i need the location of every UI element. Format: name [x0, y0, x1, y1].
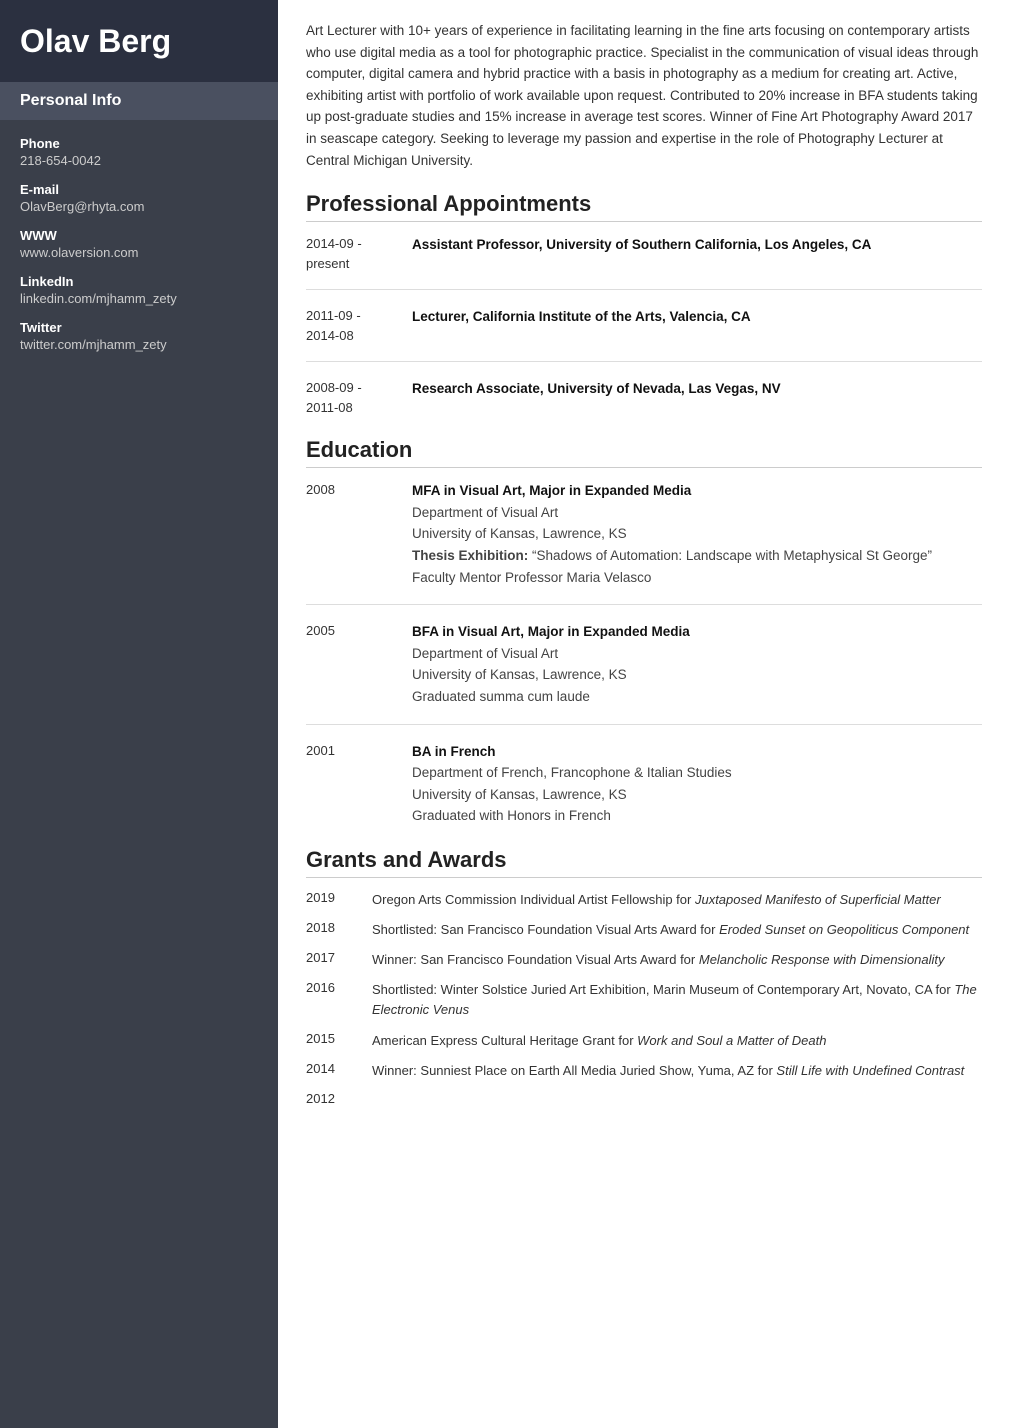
education-content: BA in French Department of French, Franc… — [412, 741, 982, 827]
personal-info-content: Phone 218-654-0042 E-mail OlavBerg@rhyta.co… — [0, 124, 278, 378]
education-line: Graduated summa cum laude — [412, 686, 982, 708]
grant-text: Winner: Sunniest Place on Earth All Medi… — [372, 1063, 776, 1078]
field-value: OlavBerg@rhyta.com — [20, 199, 258, 214]
grant-year: 2019 — [306, 890, 356, 910]
education-year: 2008 — [306, 480, 396, 588]
education-section: Education 2008 MFA in Visual Art, Major … — [306, 437, 982, 827]
education-content: MFA in Visual Art, Major in Expanded Med… — [412, 480, 982, 588]
grant-content: Winner: San Francisco Foundation Visual … — [372, 950, 982, 970]
education-title: Education — [306, 437, 982, 468]
appointment-entry: 2008-09 - 2011-08 Research Associate, Un… — [306, 378, 982, 417]
field-value: 218-654-0042 — [20, 153, 258, 168]
grants-title: Grants and Awards — [306, 847, 982, 878]
appointments-section: Professional Appointments 2014-09 - pres… — [306, 191, 982, 417]
grant-text: Winner: San Francisco Foundation Visual … — [372, 952, 699, 967]
education-line: Thesis Exhibition: “Shadows of Automatio… — [412, 545, 982, 567]
grant-year: 2018 — [306, 920, 356, 940]
appointment-entry: 2011-09 - 2014-08 Lecturer, California I… — [306, 306, 982, 345]
education-degree: MFA in Visual Art, Major in Expanded Med… — [412, 480, 982, 502]
sidebar-field-e-mail: E-mail OlavBerg@rhyta.com — [20, 182, 258, 214]
grant-year: 2014 — [306, 1061, 356, 1081]
grant-italic: Melancholic Response with Dimensionality — [699, 952, 945, 967]
name-header: Olav Berg — [0, 0, 278, 82]
appointment-date: 2008-09 - 2011-08 — [306, 378, 396, 417]
grant-year: 2016 — [306, 980, 356, 1020]
education-line: Department of Visual Art — [412, 502, 982, 524]
grant-italic: Eroded Sunset on Geopoliticus Component — [719, 922, 969, 937]
grant-italic: Juxtaposed Manifesto of Superficial Matt… — [695, 892, 941, 907]
sidebar-field-twitter: Twitter twitter.com/mjhamm_zety — [20, 320, 258, 352]
education-year: 2001 — [306, 741, 396, 827]
field-label: Phone — [20, 136, 258, 151]
field-value: www.olaversion.com — [20, 245, 258, 260]
appointment-title: Lecturer, California Institute of the Ar… — [412, 306, 982, 345]
education-entry: 2001 BA in French Department of French, … — [306, 741, 982, 827]
grant-entry: 2018 Shortlisted: San Francisco Foundati… — [306, 920, 982, 940]
grant-text: Oregon Arts Commission Individual Artist… — [372, 892, 695, 907]
grant-entry: 2014 Winner: Sunniest Place on Earth All… — [306, 1061, 982, 1081]
grant-entry: 2015 American Express Cultural Heritage … — [306, 1031, 982, 1051]
grant-content: Shortlisted: San Francisco Foundation Vi… — [372, 920, 982, 940]
sidebar-field-www: WWW www.olaversion.com — [20, 228, 258, 260]
grant-content: Winner: Sunniest Place on Earth All Medi… — [372, 1061, 982, 1081]
education-line: University of Kansas, Lawrence, KS — [412, 523, 982, 545]
education-degree: BFA in Visual Art, Major in Expanded Med… — [412, 621, 982, 643]
grants-section: Grants and Awards 2019 Oregon Arts Commi… — [306, 847, 982, 1106]
grant-year: 2017 — [306, 950, 356, 970]
appointment-title: Assistant Professor, University of South… — [412, 234, 982, 273]
grant-italic: Work and Soul a Matter of Death — [637, 1033, 826, 1048]
field-value: twitter.com/mjhamm_zety — [20, 337, 258, 352]
field-label: E-mail — [20, 182, 258, 197]
appointments-list: 2014-09 - present Assistant Professor, U… — [306, 234, 982, 417]
grant-entry: 2017 Winner: San Francisco Foundation Vi… — [306, 950, 982, 970]
appointments-title: Professional Appointments — [306, 191, 982, 222]
education-line: Department of Visual Art — [412, 643, 982, 665]
grant-year: 2012 — [306, 1091, 356, 1106]
personal-info-title: Personal Info — [0, 82, 278, 120]
grants-list: 2019 Oregon Arts Commission Individual A… — [306, 890, 982, 1106]
main-content: Art Lecturer with 10+ years of experienc… — [278, 0, 1010, 1428]
education-content: BFA in Visual Art, Major in Expanded Med… — [412, 621, 982, 707]
grant-content: Shortlisted: Winter Solstice Juried Art … — [372, 980, 982, 1020]
grant-text: Shortlisted: San Francisco Foundation Vi… — [372, 922, 719, 937]
grant-italic: Still Life with Undefined Contrast — [776, 1063, 964, 1078]
full-name: Olav Berg — [20, 22, 258, 60]
grant-year: 2015 — [306, 1031, 356, 1051]
summary: Art Lecturer with 10+ years of experienc… — [306, 20, 982, 171]
education-list: 2008 MFA in Visual Art, Major in Expande… — [306, 480, 982, 827]
grant-entry: 2016 Shortlisted: Winter Solstice Juried… — [306, 980, 982, 1020]
field-label: LinkedIn — [20, 274, 258, 289]
appointment-date: 2014-09 - present — [306, 234, 396, 273]
grant-content: Oregon Arts Commission Individual Artist… — [372, 890, 982, 910]
appointment-title: Research Associate, University of Nevada… — [412, 378, 982, 417]
field-value: linkedin.com/mjhamm_zety — [20, 291, 258, 306]
education-degree: BA in French — [412, 741, 982, 763]
appointment-entry: 2014-09 - present Assistant Professor, U… — [306, 234, 982, 273]
grant-content — [372, 1091, 982, 1106]
appointment-date: 2011-09 - 2014-08 — [306, 306, 396, 345]
education-line: Graduated with Honors in French — [412, 805, 982, 827]
grant-entry: 2012 — [306, 1091, 982, 1106]
education-entry: 2008 MFA in Visual Art, Major in Expande… — [306, 480, 982, 588]
grant-text: Shortlisted: Winter Solstice Juried Art … — [372, 982, 954, 997]
grant-text: American Express Cultural Heritage Grant… — [372, 1033, 637, 1048]
education-line: Department of French, Francophone & Ital… — [412, 762, 982, 784]
grant-entry: 2019 Oregon Arts Commission Individual A… — [306, 890, 982, 910]
education-line: University of Kansas, Lawrence, KS — [412, 664, 982, 686]
sidebar-field-linkedin: LinkedIn linkedin.com/mjhamm_zety — [20, 274, 258, 306]
sidebar: Olav Berg Personal Info Phone 218-654-004… — [0, 0, 278, 1428]
education-year: 2005 — [306, 621, 396, 707]
education-line: Faculty Mentor Professor Maria Velasco — [412, 567, 982, 589]
education-entry: 2005 BFA in Visual Art, Major in Expande… — [306, 621, 982, 707]
grant-content: American Express Cultural Heritage Grant… — [372, 1031, 982, 1051]
sidebar-field-phone: Phone 218-654-0042 — [20, 136, 258, 168]
field-label: Twitter — [20, 320, 258, 335]
education-line: University of Kansas, Lawrence, KS — [412, 784, 982, 806]
field-label: WWW — [20, 228, 258, 243]
